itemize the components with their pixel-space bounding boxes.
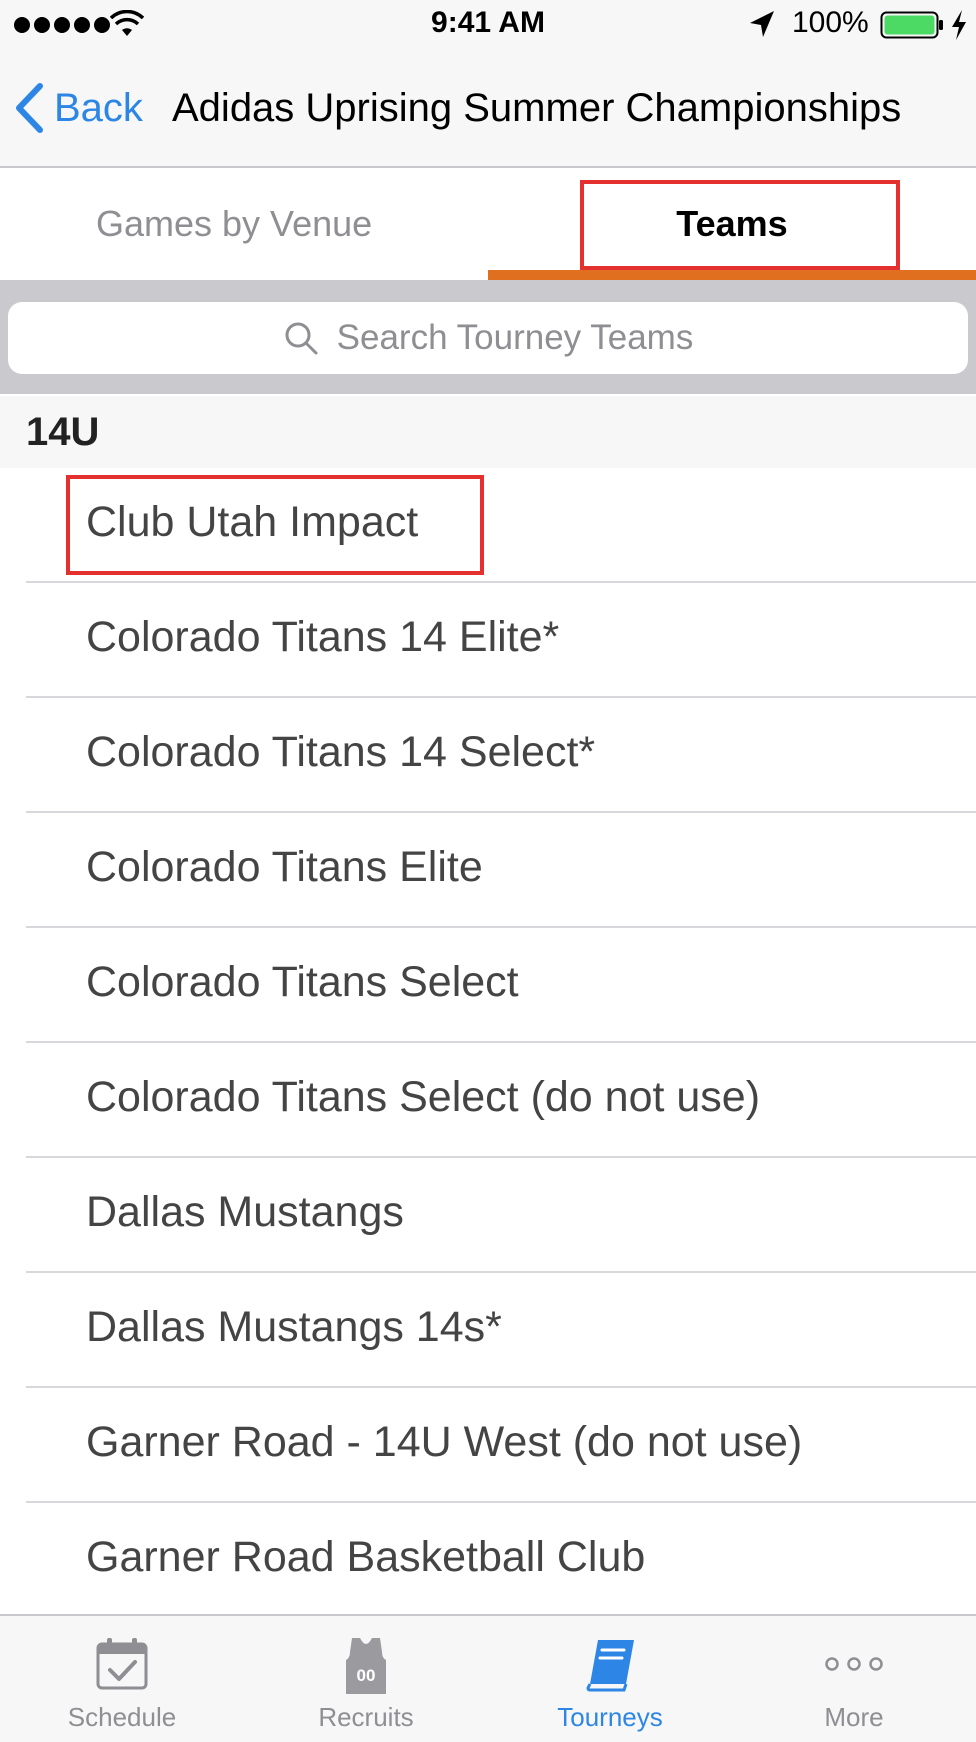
book-icon — [586, 1640, 634, 1692]
search-icon — [285, 322, 318, 355]
team-name: Colorado Titans Elite — [86, 843, 483, 891]
list-item[interactable]: Garner Road - 14U West (do not use) — [0, 1388, 976, 1503]
status-bar: 9:41 AM 100% — [0, 0, 976, 50]
active-tab-indicator — [488, 270, 976, 280]
tab-more[interactable]: More — [732, 1616, 976, 1742]
jersey-icon: 00 — [346, 1638, 386, 1694]
tab-label: More — [824, 1702, 884, 1732]
calendar-check-icon — [96, 1638, 148, 1690]
location-arrow-icon — [750, 11, 774, 37]
more-dots-icon — [825, 1657, 883, 1671]
jersey-number: 00 — [357, 1666, 376, 1685]
team-name: Colorado Titans 14 Elite* — [86, 613, 560, 661]
list-item[interactable]: Colorado Titans Select — [0, 928, 976, 1043]
battery-percentage: 100% — [792, 6, 869, 39]
team-name: Garner Road Basketball Club — [86, 1533, 646, 1581]
team-list: Club Utah Impact Colorado Titans 14 Elit… — [0, 468, 976, 1618]
team-name: Club Utah Impact — [86, 498, 419, 546]
back-button[interactable]: Back — [14, 80, 143, 136]
tab-teams[interactable]: Teams — [488, 168, 976, 280]
team-name: Dallas Mustangs — [86, 1188, 404, 1236]
tab-label: Schedule — [67, 1702, 177, 1732]
team-name: Dallas Mustangs 14s* — [86, 1303, 502, 1351]
search-placeholder: Search Tourney Teams — [336, 318, 694, 357]
page-title: Adidas Uprising Summer Championships — [172, 86, 902, 130]
chevron-left-icon — [16, 83, 43, 133]
team-name: Colorado Titans 14 Select* — [86, 728, 596, 776]
tab-label: Tourneys — [557, 1702, 663, 1732]
list-item[interactable]: Dallas Mustangs 14s* — [0, 1273, 976, 1388]
search-input[interactable]: Search Tourney Teams — [8, 302, 968, 374]
team-name: Colorado Titans Select (do not use) — [86, 1073, 761, 1121]
list-item[interactable]: Colorado Titans 14 Elite* — [0, 583, 976, 698]
segment-tabs: Games by Venue Teams — [0, 168, 976, 280]
list-item[interactable]: Colorado Titans 14 Select* — [0, 698, 976, 813]
tab-schedule[interactable]: Schedule — [0, 1616, 244, 1742]
list-item[interactable]: Dallas Mustangs — [0, 1158, 976, 1273]
tab-label: Recruits — [318, 1702, 414, 1732]
tab-tourneys[interactable]: Tourneys — [488, 1616, 732, 1742]
tab-bar: Schedule 00 Recruits Tourneys More — [0, 1614, 976, 1742]
list-item[interactable]: Garner Road Basketball Club — [0, 1503, 976, 1618]
charging-bolt-icon — [952, 10, 966, 40]
team-name: Garner Road - 14U West (do not use) — [86, 1418, 803, 1466]
list-item[interactable]: Colorado Titans Elite — [0, 813, 976, 928]
team-name: Colorado Titans Select — [86, 958, 519, 1006]
list-item[interactable]: Club Utah Impact — [0, 468, 976, 583]
section-title: 14U — [26, 410, 100, 454]
battery-icon — [880, 11, 943, 39]
tab-recruits[interactable]: 00 Recruits — [244, 1616, 488, 1742]
navigation-bar: Back Adidas Uprising Summer Championship… — [0, 50, 976, 168]
list-item[interactable]: Colorado Titans Select (do not use) — [0, 1043, 976, 1158]
section-header: 14U — [0, 396, 976, 468]
back-label: Back — [54, 85, 143, 130]
search-bar: Search Tourney Teams — [0, 280, 976, 394]
tab-games-by-venue[interactable]: Games by Venue — [0, 168, 488, 280]
